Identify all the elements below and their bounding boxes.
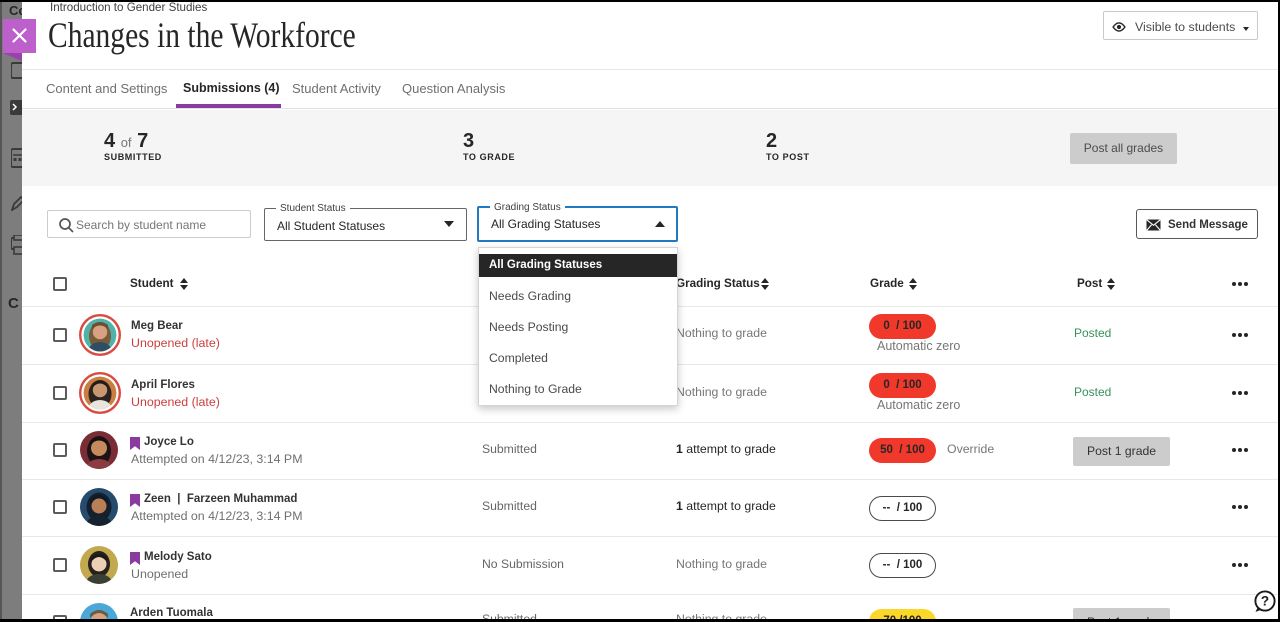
svg-text:?: ? [1261, 594, 1269, 609]
